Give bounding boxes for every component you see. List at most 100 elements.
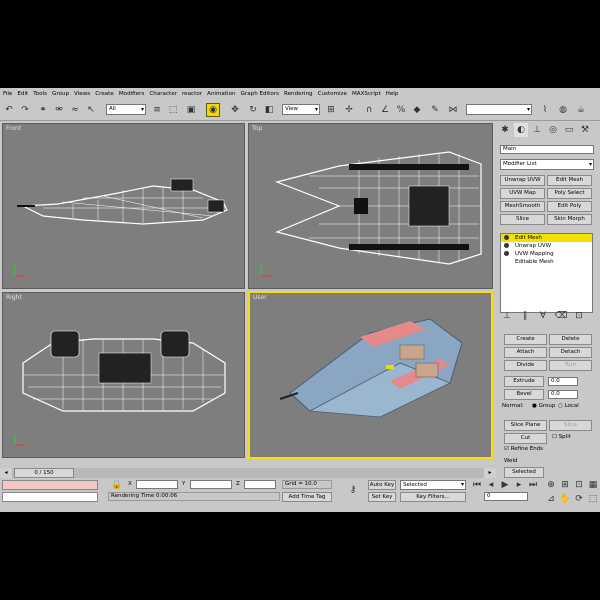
make-unique-icon[interactable]: ∀ <box>536 309 550 323</box>
unwrap-uvw-button[interactable]: Unwrap UVW <box>500 175 545 186</box>
named-selection-sets-dropdown[interactable] <box>466 104 532 115</box>
viewport-right[interactable]: Right <box>2 292 245 458</box>
go-to-end-icon[interactable]: ⏭ <box>526 478 540 492</box>
refine-ends-checkbox[interactable]: ☑ Refine Ends <box>504 446 543 452</box>
bevel-amount-field[interactable]: 0.0 <box>548 390 578 399</box>
object-name-field[interactable]: Main <box>500 145 594 154</box>
lock-selection-icon[interactable]: 🔒 <box>110 478 124 492</box>
poly-select-button[interactable]: Poly Select <box>547 188 592 199</box>
pin-stack-icon[interactable]: ⊥ <box>500 309 514 323</box>
meshsmooth-button[interactable]: MeshSmooth <box>500 201 545 212</box>
menu-file[interactable]: File <box>3 91 12 97</box>
link-icon[interactable]: ⚭ <box>36 103 50 117</box>
group-radio[interactable]: ● Group <box>532 403 555 409</box>
reference-coord-dropdown[interactable]: View <box>282 104 320 115</box>
previous-key-icon[interactable]: ◂ <box>484 478 498 492</box>
y-coord-field[interactable] <box>190 480 232 489</box>
menu-views[interactable]: Views <box>74 91 90 97</box>
unlink-icon[interactable]: ⚮ <box>52 103 66 117</box>
bulb-icon[interactable] <box>504 235 509 240</box>
percent-snap-icon[interactable]: % <box>394 103 408 117</box>
manipulate-icon[interactable]: ✢ <box>342 103 356 117</box>
menu-character[interactable]: Character <box>149 91 177 97</box>
menu-help[interactable]: Help <box>386 91 399 97</box>
delete-button[interactable]: Delete <box>549 334 592 345</box>
z-coord-field[interactable] <box>244 480 276 489</box>
slice-action-button[interactable]: Slice <box>549 420 592 431</box>
local-radio[interactable]: ○ Local <box>558 403 579 409</box>
menu-maxscript[interactable]: MAXScript <box>352 91 381 97</box>
curve-editor-icon[interactable]: ⌇ <box>538 103 552 117</box>
menu-modifiers[interactable]: Modifiers <box>119 91 145 97</box>
bulb-icon[interactable] <box>504 251 509 256</box>
next-key-icon[interactable]: ▸ <box>512 478 526 492</box>
zoom-icon[interactable]: ⊕ <box>544 478 558 492</box>
maximize-viewport-icon[interactable]: ⬚ <box>586 492 600 506</box>
utilities-tab-icon[interactable]: ⚒ <box>578 123 592 137</box>
go-to-start-icon[interactable]: ⏮ <box>470 478 484 492</box>
zoom-extents-icon[interactable]: ⊡ <box>572 478 586 492</box>
region-select-icon[interactable]: ⬚ <box>166 103 180 117</box>
split-checkbox[interactable]: ☐ Split <box>552 434 571 440</box>
selection-filter-dropdown[interactable]: All <box>106 104 146 115</box>
motion-tab-icon[interactable]: ◎ <box>546 123 560 137</box>
weld-selected-button[interactable]: Selected <box>504 467 544 478</box>
bind-space-warp-icon[interactable]: ≈ <box>68 103 82 117</box>
menu-group[interactable]: Group <box>52 91 69 97</box>
viewport-user-active[interactable]: User <box>248 291 493 459</box>
prev-frame-icon[interactable]: ◂ <box>0 468 12 478</box>
menu-tools[interactable]: Tools <box>33 91 47 97</box>
zoom-all-icon[interactable]: ⊞ <box>558 478 572 492</box>
menu-animation[interactable]: Animation <box>207 91 236 97</box>
angle-snap-icon[interactable]: ∠ <box>378 103 392 117</box>
auto-key-button[interactable]: Auto Key <box>368 480 396 490</box>
stack-item-unwrap-uvw[interactable]: Unwrap UVW <box>501 242 592 250</box>
select-by-name-icon[interactable]: ≡ <box>150 103 164 117</box>
create-button[interactable]: Create <box>504 334 547 345</box>
key-mode-dropdown[interactable]: Selected <box>400 480 466 490</box>
key-icon[interactable]: ⚷ <box>346 483 360 497</box>
snap-icon[interactable]: ∩ <box>362 103 376 117</box>
zoom-extents-all-icon[interactable]: ▦ <box>586 478 600 492</box>
add-time-tag-button[interactable]: Add Time Tag <box>282 492 332 502</box>
viewport-front[interactable]: Front <box>2 123 245 289</box>
attach-button[interactable]: Attach <box>504 347 547 358</box>
bulb-icon[interactable] <box>504 243 509 248</box>
render-scene-icon[interactable]: ☕ <box>574 103 588 117</box>
show-end-result-icon[interactable]: ∥ <box>518 309 532 323</box>
stack-item-edit-mesh[interactable]: Edit Mesh <box>501 234 592 242</box>
move-icon[interactable]: ✥ <box>228 103 242 117</box>
viewport-top[interactable]: Top <box>248 123 493 289</box>
menu-rendering[interactable]: Rendering <box>284 91 313 97</box>
extrude-amount-field[interactable]: 0.0 <box>548 377 578 386</box>
modifier-list-dropdown[interactable]: Modifier List <box>500 159 594 170</box>
skin-morph-button[interactable]: Skin Morph <box>547 214 592 225</box>
edit-mesh-button[interactable]: Edit Mesh <box>547 175 592 186</box>
spinner-snap-icon[interactable]: ◆ <box>410 103 424 117</box>
create-tab-icon[interactable]: ✱ <box>498 123 512 137</box>
redo-icon[interactable]: ↷ <box>18 103 32 117</box>
slice-plane-button[interactable]: Slice Plane <box>504 420 547 431</box>
menu-reactor[interactable]: reactor <box>182 91 202 97</box>
next-frame-icon[interactable]: ▸ <box>484 468 496 478</box>
select-and-move-icon[interactable]: ◉ <box>206 103 220 117</box>
pivot-icon[interactable]: ⊞ <box>324 103 338 117</box>
select-object-icon[interactable]: ↖ <box>84 103 98 117</box>
field-of-view-icon[interactable]: ⊿ <box>544 492 558 506</box>
configure-sets-icon[interactable]: ⊡ <box>572 309 586 323</box>
stack-item-uvw-mapping[interactable]: UVW Mapping <box>501 250 592 258</box>
divide-button[interactable]: Divide <box>504 360 547 371</box>
window-crossing-icon[interactable]: ▣ <box>184 103 198 117</box>
material-editor-icon[interactable]: ◍ <box>556 103 570 117</box>
hierarchy-tab-icon[interactable]: ⊥ <box>530 123 544 137</box>
slice-button[interactable]: Slice <box>500 214 545 225</box>
menu-create[interactable]: Create <box>95 91 114 97</box>
time-slider-thumb[interactable]: 0 / 150 <box>14 468 74 478</box>
arc-rotate-icon[interactable]: ⟳ <box>572 492 586 506</box>
current-frame-field[interactable]: 0 <box>484 492 528 501</box>
mirror-icon[interactable]: ⋈ <box>446 103 460 117</box>
named-selection-icon[interactable]: ✎ <box>428 103 442 117</box>
remove-modifier-icon[interactable]: ⌫ <box>554 309 568 323</box>
modify-tab-icon[interactable]: ◐ <box>514 123 528 137</box>
display-tab-icon[interactable]: ▭ <box>562 123 576 137</box>
